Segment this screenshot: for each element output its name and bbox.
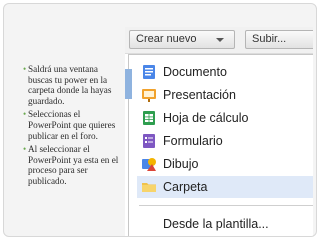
menu-item-dibujo[interactable]: Dibujo xyxy=(137,153,313,175)
drawing-icon xyxy=(142,158,156,171)
spreadsheet-icon xyxy=(143,111,155,125)
form-icon xyxy=(143,134,155,148)
menu-item-label: Dibujo xyxy=(163,157,199,171)
create-dropdown-menu: Documento Presentación Hoja de cálculo F… xyxy=(125,54,313,236)
bullet-list: • Saldrá una ventana buscas tu power en … xyxy=(23,64,124,190)
subir-button[interactable]: Subir... xyxy=(245,30,313,49)
menu-item-label: Carpeta xyxy=(163,180,208,194)
presentation-icon xyxy=(142,89,156,102)
menu-item-label: Desde la plantilla... xyxy=(163,217,269,231)
menu-item-presentacion[interactable]: Presentación xyxy=(137,84,313,106)
menu-item-label: Hoja de cálculo xyxy=(163,111,249,125)
document-icon xyxy=(143,65,155,79)
bullet-item: • Saldrá una ventana buscas tu power en … xyxy=(23,64,124,106)
bullet-item: • Seleccionas el PowerPoint que quieres … xyxy=(23,109,124,141)
bullet-text: Saldrá una ventana buscas tu power en la… xyxy=(28,64,112,106)
chevron-down-icon xyxy=(216,38,224,42)
bullet-marker: • xyxy=(23,144,27,155)
menu-item-formulario[interactable]: Formulario xyxy=(137,130,313,152)
menu-item-carpeta[interactable]: Carpeta xyxy=(137,176,313,198)
menu-item-documento[interactable]: Documento xyxy=(137,61,313,83)
bullet-text: Al seleccionar el PowerPoint ya esta en … xyxy=(28,144,119,186)
bullet-marker: • xyxy=(23,109,27,120)
subir-label: Subir... xyxy=(252,33,287,45)
slide-frame: • Saldrá una ventana buscas tu power en … xyxy=(3,3,317,237)
bullet-marker: • xyxy=(23,64,27,74)
menu-item-label: Formulario xyxy=(163,134,223,148)
bullet-text: Seleccionas el PowerPoint que quieres pu… xyxy=(28,109,116,141)
folder-icon xyxy=(142,183,156,192)
crear-nuevo-button[interactable]: Crear nuevo xyxy=(129,30,235,49)
crear-nuevo-label: Crear nuevo xyxy=(136,33,197,45)
menu-separator xyxy=(139,205,313,206)
menu-item-hoja-de-calculo[interactable]: Hoja de cálculo xyxy=(137,107,313,129)
menu-item-desde-la-plantilla[interactable]: Desde la plantilla... xyxy=(137,213,313,235)
menu-item-label: Documento xyxy=(163,65,227,79)
selection-strip xyxy=(125,69,132,99)
create-menu-screenshot: Crear nuevo Subir... Documento Presentac… xyxy=(125,27,313,236)
menu-item-label: Presentación xyxy=(163,88,236,102)
bullet-item: • Al seleccionar el PowerPoint ya esta e… xyxy=(23,144,124,186)
